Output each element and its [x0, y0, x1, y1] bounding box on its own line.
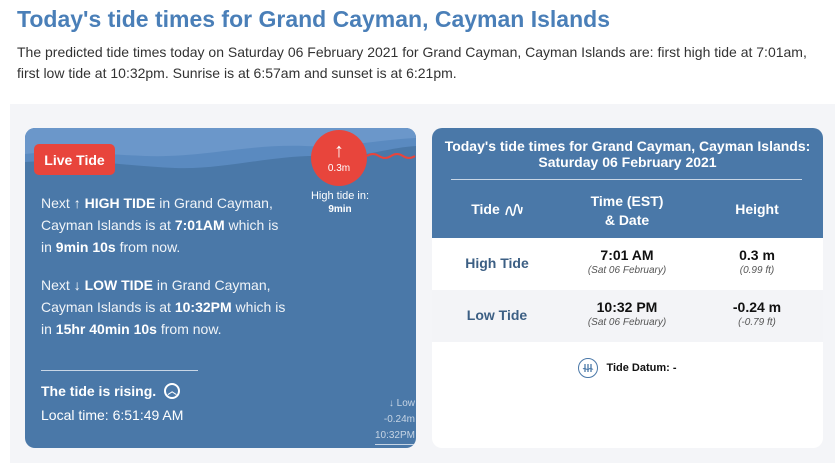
high-tide-time: 7:01AM [174, 217, 225, 233]
live-tide-card: Live Tide ↑ 0.3m High tide in: 9min Next… [25, 128, 416, 448]
tide-height: -0.24 m (-0.79 ft) [712, 299, 802, 331]
tide-height-ft: (0.99 ft) [739, 265, 775, 276]
tide-datum[interactable]: Tide Datum: - [432, 358, 823, 378]
table-title: Today's tide times for Grand Cayman, Cay… [444, 138, 811, 170]
tide-time: 7:01 AM (Sat 06 February) [562, 247, 692, 279]
arrow-down-small-icon: ↓ [73, 277, 81, 293]
low-marker-label: ↓ Low [388, 398, 415, 409]
high-tide-in-value: 9min [328, 204, 352, 215]
tide-datum-label: Tide Datum: - [606, 362, 677, 374]
divider [41, 370, 198, 371]
table-divider [451, 179, 802, 180]
high-tide-in: High tide in: 9min [295, 190, 385, 216]
table-row: Low Tide 10:32 PM (Sat 06 February) -0.2… [432, 290, 823, 342]
column-header-tide: Tide [452, 200, 542, 219]
intro-text: The predicted tide times today on Saturd… [17, 44, 807, 81]
wave-icon [504, 203, 523, 216]
tide-rising-text: The tide is rising. [41, 383, 157, 399]
high-tide-countdown: 9min 10s [55, 239, 116, 255]
tide-date: (Sat 06 February) [587, 265, 667, 276]
live-tide-badge[interactable]: Live Tide [34, 144, 115, 175]
column-header-time: Time (EST) & Date [590, 193, 664, 228]
low-tide-marker: ↓ Low -0.24m 10:32PM [365, 396, 415, 445]
tide-gauge-icon [578, 358, 599, 378]
high-tide-in-label: High tide in: [310, 190, 370, 202]
low-marker-time: 10:32PM [374, 428, 415, 445]
next-high-paragraph: Next ↑ HIGH TIDE in Grand Cayman, Cayman… [41, 195, 279, 255]
next-high-indicator: ↑ 0.3m [311, 130, 367, 186]
tide-height: 0.3 m (0.99 ft) [712, 247, 802, 279]
chevron-up-circle-icon: ︿ [164, 383, 181, 399]
tide-height-ft: (-0.79 ft) [738, 317, 776, 328]
next-high-value: 0.3m [327, 163, 351, 174]
tide-rising-status: The tide is rising. ︿ [41, 383, 181, 399]
column-header-height: Height [735, 201, 779, 217]
low-tide-time: 10:32PM [174, 299, 232, 315]
tide-type: High Tide [465, 255, 529, 271]
tide-type: Low Tide [466, 307, 528, 323]
arrow-up-icon: ↑ [334, 140, 344, 162]
table-row: High Tide 7:01 AM (Sat 06 February) 0.3 … [432, 238, 823, 290]
arrow-up-small-icon: ↑ [73, 195, 81, 211]
next-low-paragraph: Next ↓ LOW TIDE in Grand Cayman, Cayman … [41, 277, 286, 337]
high-tide-label: HIGH TIDE [84, 195, 156, 211]
low-tide-label: LOW TIDE [84, 277, 154, 293]
low-marker-value: -0.24m [383, 414, 415, 425]
tide-date: (Sat 06 February) [587, 317, 667, 328]
local-time: Local time: 6:51:49 AM [41, 407, 184, 423]
low-tide-countdown: 15hr 40min 10s [55, 321, 157, 337]
tide-time: 10:32 PM (Sat 06 February) [562, 299, 692, 331]
page-title: Today's tide times for Grand Cayman, Cay… [17, 6, 610, 32]
table-header: Today's tide times for Grand Cayman, Cay… [432, 128, 823, 238]
tide-table-card: Today's tide times for Grand Cayman, Cay… [432, 128, 823, 448]
